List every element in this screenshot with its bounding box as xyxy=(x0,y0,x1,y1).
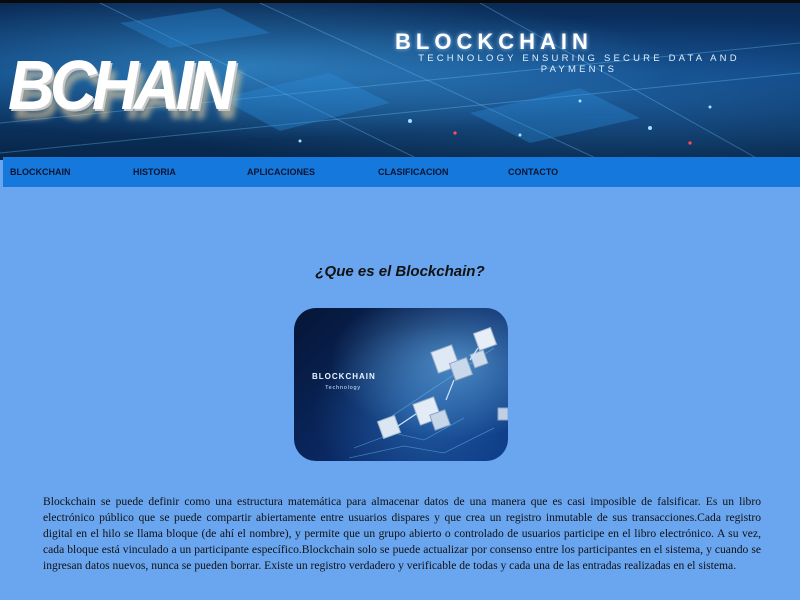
main-nav: BLOCKCHAIN HISTORIA APLICACIONES CLASIFI… xyxy=(3,157,800,187)
illustration-logo-text: BLOCKCHAIN xyxy=(312,372,376,381)
section-title: ¿Que es el Blockchain? xyxy=(315,263,485,280)
nav-item-historia[interactable]: HISTORIA xyxy=(133,167,176,177)
hero-title: BLOCKCHAIN xyxy=(395,29,593,54)
description-paragraph: Blockchain se puede definir como una est… xyxy=(43,495,761,572)
nav-item-clasificacion[interactable]: CLASIFICACION xyxy=(378,167,449,177)
nav-item-aplicaciones[interactable]: APLICACIONES xyxy=(247,167,315,177)
blockchain-illustration: BLOCKCHAIN Technology xyxy=(294,308,508,461)
illustration-logo-subtitle: Technology xyxy=(325,385,361,391)
nav-item-contacto[interactable]: CONTACTO xyxy=(508,167,558,177)
header-banner: BCHAIN BLOCKCHAIN TECHNOLOGY ENSURING SE… xyxy=(0,0,800,160)
brand-logo[interactable]: BCHAIN xyxy=(8,45,235,125)
nav-item-blockchain[interactable]: BLOCKCHAIN xyxy=(10,167,71,177)
hero-subtitle: TECHNOLOGY ENSURING SECURE DATA AND PAYM… xyxy=(418,53,740,75)
